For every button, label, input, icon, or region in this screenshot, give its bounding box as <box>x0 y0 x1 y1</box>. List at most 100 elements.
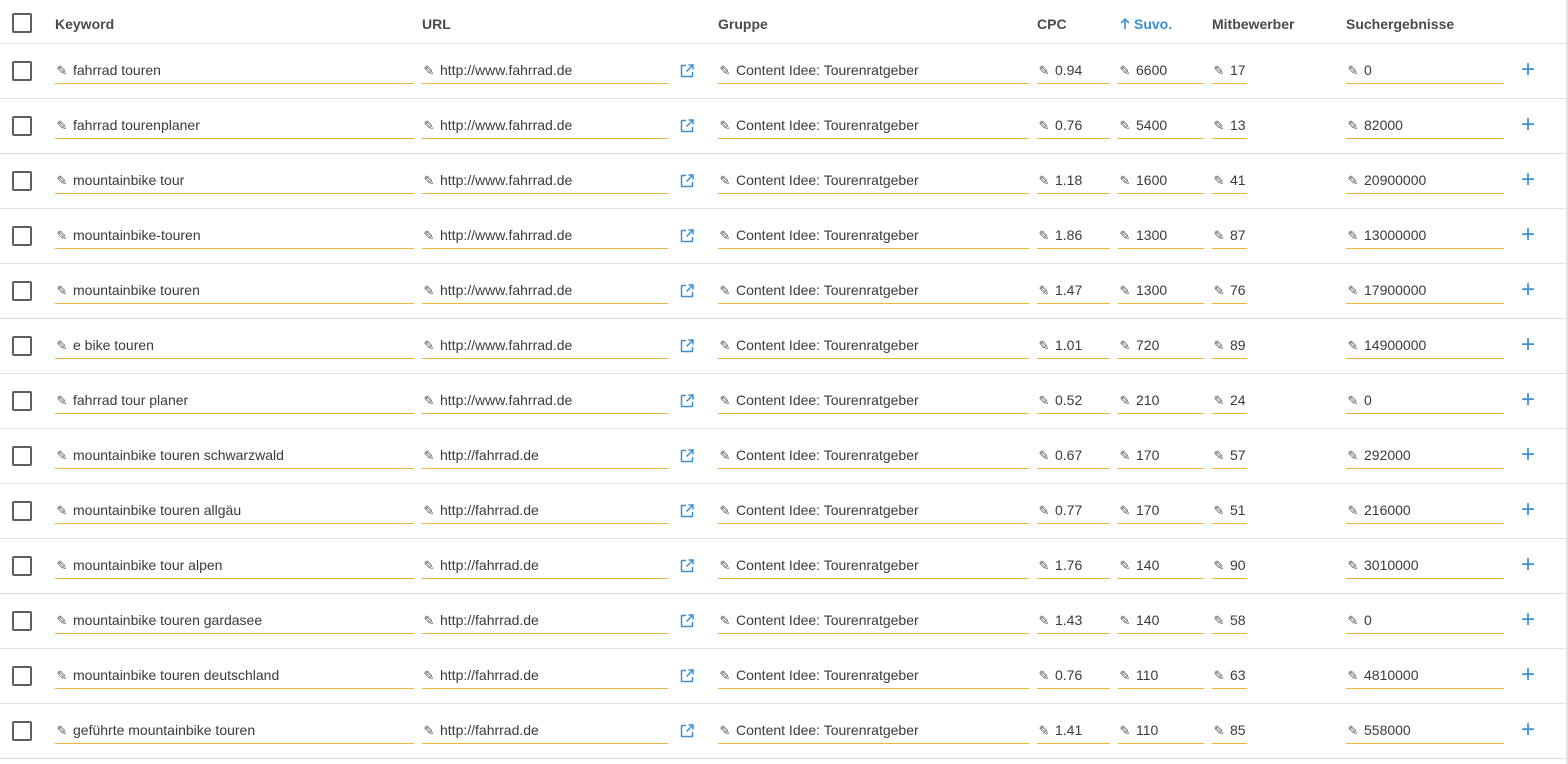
cpc-field[interactable]: ✎ 1.18 <box>1037 172 1110 194</box>
cpc-field[interactable]: ✎ 0.67 <box>1037 447 1110 469</box>
keyword-field[interactable]: ✎ mountainbike touren <box>55 282 414 304</box>
keyword-field[interactable]: ✎ mountainbike touren schwarzwald <box>55 447 414 469</box>
gruppe-field[interactable]: ✎ Content Idee: Tourenratgeber <box>718 667 1029 689</box>
select-all-checkbox[interactable] <box>12 13 32 33</box>
gruppe-field[interactable]: ✎ Content Idee: Tourenratgeber <box>718 62 1029 84</box>
url-field[interactable]: ✎ http://fahrrad.de <box>422 447 668 469</box>
suchergebnisse-field[interactable]: ✎ 17900000 <box>1346 282 1504 304</box>
column-header-cpc[interactable]: CPC <box>1037 16 1067 32</box>
external-link-icon[interactable] <box>680 559 694 573</box>
row-checkbox[interactable] <box>12 226 32 246</box>
suchergebnisse-field[interactable]: ✎ 292000 <box>1346 447 1504 469</box>
gruppe-field[interactable]: ✎ Content Idee: Tourenratgeber <box>718 502 1029 524</box>
add-icon[interactable]: + <box>1521 663 1535 687</box>
suvo-field[interactable]: ✎ 170 <box>1118 502 1204 524</box>
add-icon[interactable]: + <box>1521 718 1535 742</box>
row-checkbox[interactable] <box>12 666 32 686</box>
external-link-icon[interactable] <box>680 614 694 628</box>
external-link-icon[interactable] <box>680 174 694 188</box>
column-header-suvo[interactable]: Suvo. <box>1120 16 1172 32</box>
row-checkbox[interactable] <box>12 501 32 521</box>
keyword-field[interactable]: ✎ mountainbike tour <box>55 172 414 194</box>
add-icon[interactable]: + <box>1521 113 1535 137</box>
row-checkbox[interactable] <box>12 336 32 356</box>
cpc-field[interactable]: ✎ 1.01 <box>1037 337 1110 359</box>
column-header-keyword[interactable]: Keyword <box>55 16 114 32</box>
keyword-field[interactable]: ✎ fahrrad touren <box>55 62 414 84</box>
row-checkbox[interactable] <box>12 611 32 631</box>
gruppe-field[interactable]: ✎ Content Idee: Tourenratgeber <box>718 557 1029 579</box>
cpc-field[interactable]: ✎ 0.76 <box>1037 667 1110 689</box>
url-field[interactable]: ✎ http://www.fahrrad.de <box>422 117 668 139</box>
mitbewerber-field[interactable]: ✎ 51 % <box>1212 502 1247 524</box>
mitbewerber-field[interactable]: ✎ 57 % <box>1212 447 1247 469</box>
url-field[interactable]: ✎ http://www.fahrrad.de <box>422 62 668 84</box>
row-checkbox[interactable] <box>12 171 32 191</box>
keyword-field[interactable]: ✎ mountainbike touren allgäu <box>55 502 414 524</box>
cpc-field[interactable]: ✎ 0.77 <box>1037 502 1110 524</box>
add-icon[interactable]: + <box>1521 498 1535 522</box>
suvo-field[interactable]: ✎ 210 <box>1118 392 1204 414</box>
add-icon[interactable]: + <box>1521 553 1535 577</box>
suchergebnisse-field[interactable]: ✎ 0 <box>1346 612 1504 634</box>
suchergebnisse-field[interactable]: ✎ 13000000 <box>1346 227 1504 249</box>
row-checkbox[interactable] <box>12 281 32 301</box>
external-link-icon[interactable] <box>680 229 694 243</box>
suchergebnisse-field[interactable]: ✎ 0 <box>1346 392 1504 414</box>
add-icon[interactable]: + <box>1521 443 1535 467</box>
add-icon[interactable]: + <box>1521 58 1535 82</box>
external-link-icon[interactable] <box>680 669 694 683</box>
keyword-field[interactable]: ✎ fahrrad tour planer <box>55 392 414 414</box>
gruppe-field[interactable]: ✎ Content Idee: Tourenratgeber <box>718 172 1029 194</box>
gruppe-field[interactable]: ✎ Content Idee: Tourenratgeber <box>718 282 1029 304</box>
mitbewerber-field[interactable]: ✎ 87 % <box>1212 227 1247 249</box>
mitbewerber-field[interactable]: ✎ 24 % <box>1212 392 1247 414</box>
keyword-field[interactable]: ✎ geführte mountainbike touren <box>55 722 414 744</box>
cpc-field[interactable]: ✎ 0.94 <box>1037 62 1110 84</box>
keyword-field[interactable]: ✎ e bike touren <box>55 337 414 359</box>
suchergebnisse-field[interactable]: ✎ 20900000 <box>1346 172 1504 194</box>
suvo-field[interactable]: ✎ 110 <box>1118 722 1204 744</box>
url-field[interactable]: ✎ http://fahrrad.de <box>422 612 668 634</box>
suvo-field[interactable]: ✎ 1600 <box>1118 172 1204 194</box>
suchergebnisse-field[interactable]: ✎ 82000 <box>1346 117 1504 139</box>
suvo-field[interactable]: ✎ 140 <box>1118 612 1204 634</box>
url-field[interactable]: ✎ http://www.fahrrad.de <box>422 282 668 304</box>
add-icon[interactable]: + <box>1521 388 1535 412</box>
mitbewerber-field[interactable]: ✎ 63 % <box>1212 667 1247 689</box>
column-header-url[interactable]: URL <box>422 16 451 32</box>
mitbewerber-field[interactable]: ✎ 41 % <box>1212 172 1247 194</box>
cpc-field[interactable]: ✎ 1.41 <box>1037 722 1110 744</box>
row-checkbox[interactable] <box>12 721 32 741</box>
url-field[interactable]: ✎ http://www.fahrrad.de <box>422 337 668 359</box>
cpc-field[interactable]: ✎ 1.76 <box>1037 557 1110 579</box>
external-link-icon[interactable] <box>680 339 694 353</box>
suvo-field[interactable]: ✎ 1300 <box>1118 227 1204 249</box>
add-icon[interactable]: + <box>1521 278 1535 302</box>
mitbewerber-field[interactable]: ✎ 85 % <box>1212 722 1247 744</box>
row-checkbox[interactable] <box>12 391 32 411</box>
add-icon[interactable]: + <box>1521 608 1535 632</box>
mitbewerber-field[interactable]: ✎ 89 % <box>1212 337 1247 359</box>
suchergebnisse-field[interactable]: ✎ 558000 <box>1346 722 1504 744</box>
suchergebnisse-field[interactable]: ✎ 3010000 <box>1346 557 1504 579</box>
external-link-icon[interactable] <box>680 394 694 408</box>
keyword-field[interactable]: ✎ fahrrad tourenplaner <box>55 117 414 139</box>
column-header-mitbewerber[interactable]: Mitbewerber <box>1212 16 1294 32</box>
gruppe-field[interactable]: ✎ Content Idee: Tourenratgeber <box>718 117 1029 139</box>
url-field[interactable]: ✎ http://www.fahrrad.de <box>422 172 668 194</box>
keyword-field[interactable]: ✎ mountainbike touren gardasee <box>55 612 414 634</box>
suvo-field[interactable]: ✎ 140 <box>1118 557 1204 579</box>
add-icon[interactable]: + <box>1521 223 1535 247</box>
keyword-field[interactable]: ✎ mountainbike tour alpen <box>55 557 414 579</box>
external-link-icon[interactable] <box>680 64 694 78</box>
row-checkbox[interactable] <box>12 556 32 576</box>
url-field[interactable]: ✎ http://fahrrad.de <box>422 667 668 689</box>
cpc-field[interactable]: ✎ 1.86 <box>1037 227 1110 249</box>
suchergebnisse-field[interactable]: ✎ 14900000 <box>1346 337 1504 359</box>
url-field[interactable]: ✎ http://fahrrad.de <box>422 557 668 579</box>
suvo-field[interactable]: ✎ 5400 <box>1118 117 1204 139</box>
row-checkbox[interactable] <box>12 116 32 136</box>
cpc-field[interactable]: ✎ 0.76 <box>1037 117 1110 139</box>
add-icon[interactable]: + <box>1521 333 1535 357</box>
